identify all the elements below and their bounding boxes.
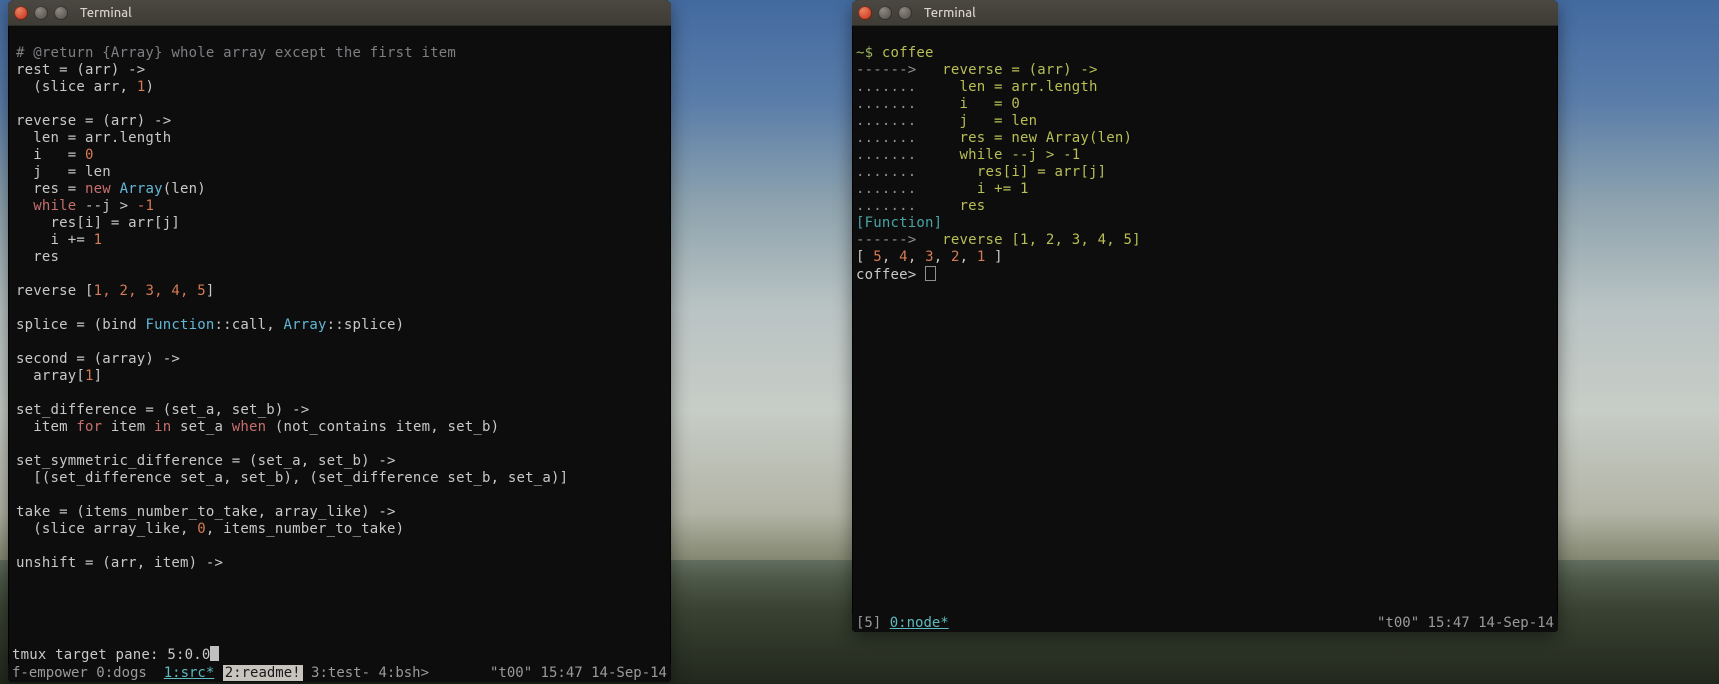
repl-prompt[interactable]: coffee>	[856, 267, 936, 283]
code-line: (slice array_like, 0, items_number_to_ta…	[16, 521, 404, 537]
titlebar-left[interactable]: Terminal	[8, 0, 671, 26]
repl-line: ------> reverse [1, 2, 3, 4, 5]	[856, 232, 1141, 248]
maximize-button[interactable]	[54, 6, 68, 20]
close-button[interactable]	[14, 6, 28, 20]
repl-line: ------> reverse = (arr) ->	[856, 62, 1098, 78]
repl-line: ....... len = arr.length	[856, 79, 1098, 95]
code-line: len = arr.length	[16, 130, 171, 146]
tmux-window-readme[interactable]: 2:readme!	[223, 665, 303, 681]
cursor-icon	[210, 646, 219, 661]
repl-line: ....... res = new Array(len)	[856, 130, 1132, 146]
code-line: j = len	[16, 164, 111, 180]
repl-output: [ 5, 4, 3, 2, 1 ]	[856, 249, 1003, 265]
terminal-content-left[interactable]: # @return {Array} whole array except the…	[8, 26, 671, 572]
tmux-clock: "t00" 15:47 14-Sep-14	[490, 665, 667, 681]
code-line: i = 0	[16, 147, 94, 163]
window-title: Terminal	[924, 6, 976, 20]
repl-output: [Function]	[856, 215, 942, 231]
code-line: splice = (bind Function::call, Array::sp…	[16, 317, 404, 333]
code-line: item for item in set_a when (not_contain…	[16, 419, 499, 435]
code-line: i += 1	[16, 232, 102, 248]
code-line: res	[16, 249, 59, 265]
repl-line: ....... i += 1	[856, 181, 1029, 197]
code-line: (slice arr, 1)	[16, 79, 154, 95]
code-line: unshift = (arr, item) ->	[16, 555, 223, 571]
terminal-window-right[interactable]: Terminal ~$ coffee ------> reverse = (ar…	[852, 0, 1558, 632]
code-line: array[1]	[16, 368, 102, 384]
tmux-command-line[interactable]: tmux target pane: 5:0.0	[12, 644, 671, 664]
repl-line: ....... res[i] = arr[j]	[856, 164, 1106, 180]
window-title: Terminal	[80, 6, 132, 20]
tmux-status-left: f-empower 0:dogs 1:src* 2:readme! 3:test…	[8, 664, 671, 682]
code-line: res[i] = arr[j]	[16, 215, 180, 231]
code-line: take = (items_number_to_take, array_like…	[16, 504, 396, 520]
minimize-button[interactable]	[878, 6, 892, 20]
cursor-icon	[925, 266, 936, 281]
code-line: [(set_difference set_a, set_b), (set_dif…	[16, 470, 568, 486]
code-line: # @return {Array} whole array except the…	[16, 45, 456, 61]
maximize-button[interactable]	[898, 6, 912, 20]
repl-line: ....... res	[856, 198, 985, 214]
repl-line: ....... while --j > -1	[856, 147, 1080, 163]
code-line: reverse = (arr) ->	[16, 113, 171, 129]
code-line: second = (array) ->	[16, 351, 180, 367]
tmux-session: [5]	[856, 615, 881, 631]
titlebar-right[interactable]: Terminal	[852, 0, 1558, 26]
repl-line: ....... j = len	[856, 113, 1037, 129]
terminal-window-left[interactable]: Terminal # @return {Array} whole array e…	[8, 0, 671, 682]
code-line: reverse [1, 2, 3, 4, 5]	[16, 283, 215, 299]
tmux-clock: "t00" 15:47 14-Sep-14	[1377, 615, 1554, 631]
tmux-session: f-empower 0:dogs	[12, 665, 147, 681]
code-line: rest = (arr) ->	[16, 62, 145, 78]
terminal-content-right[interactable]: ~$ coffee ------> reverse = (arr) -> ...…	[852, 26, 1558, 284]
code-line: res = new Array(len)	[16, 181, 206, 197]
repl-line: ....... i = 0	[856, 96, 1020, 112]
code-line: while --j > -1	[16, 198, 154, 214]
code-line: set_symmetric_difference = (set_a, set_b…	[16, 453, 396, 469]
tmux-status-right: [5] 0:node* "t00" 15:47 14-Sep-14	[852, 614, 1558, 632]
repl-line: ~$ coffee	[856, 45, 934, 61]
tmux-window-node[interactable]: 0:node*	[890, 615, 949, 631]
minimize-button[interactable]	[34, 6, 48, 20]
tmux-windows-rest[interactable]: 3:test- 4:bsh>	[311, 665, 429, 681]
tmux-window-src[interactable]: 1:src*	[164, 665, 215, 681]
close-button[interactable]	[858, 6, 872, 20]
code-line: set_difference = (set_a, set_b) ->	[16, 402, 309, 418]
